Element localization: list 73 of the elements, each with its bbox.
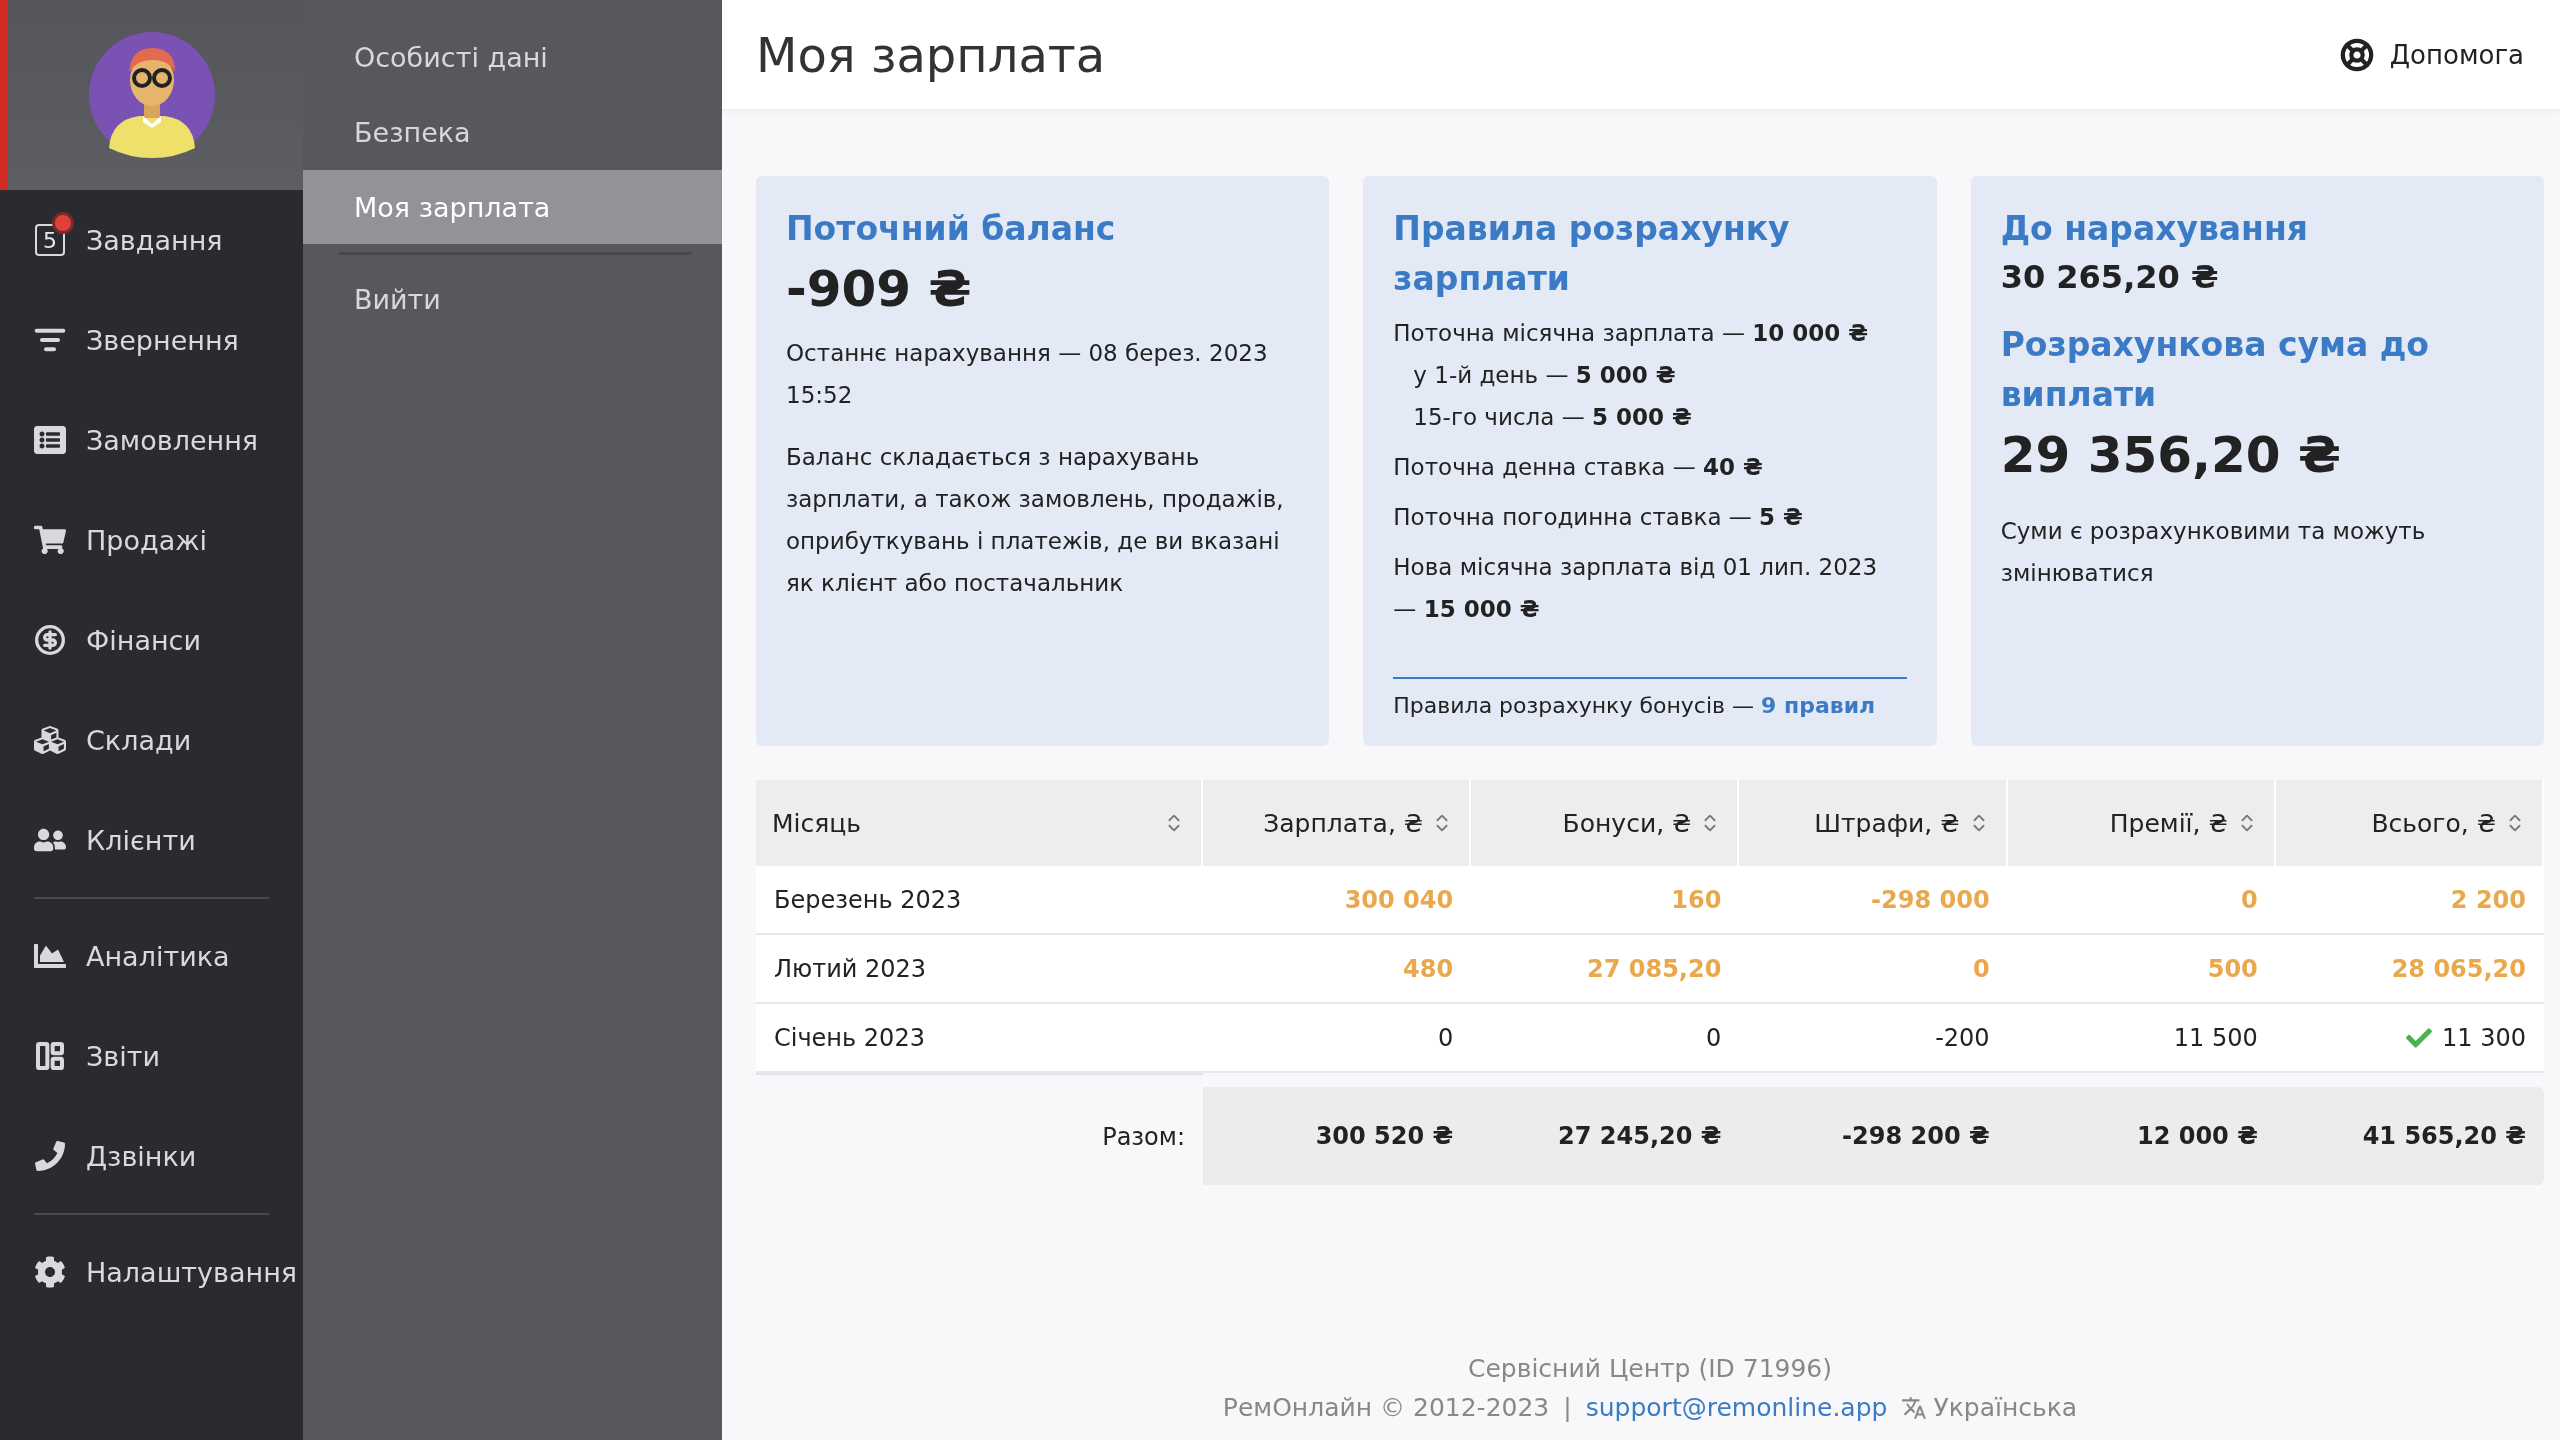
card-title: Розрахункова сума до виплати — [2000, 324, 2430, 416]
card-text: Правила розрахунку бонусів — — [1393, 693, 1755, 718]
help-link[interactable]: Допомога — [2339, 37, 2524, 72]
cell-value: -200 — [1935, 1023, 1990, 1052]
cell-value: 0 — [1972, 954, 1990, 983]
card-text: Поточна погодинна ставка — 5 ₴ — [1393, 503, 1804, 532]
cell-value: Березень 2023 — [774, 885, 962, 914]
column-header[interactable]: Бонуси, ₴ — [1471, 780, 1740, 866]
translate-icon — [1901, 1394, 1928, 1421]
card-text: Баланс складається з нарахувань зарплати, а також замовлень, продажів, оприбуткувань і платежів, де ви вказані як клієнт або постачальник — [786, 443, 1285, 598]
sidebar-item[interactable]: Склади — [0, 690, 303, 790]
cell-value: 27 085,20 — [1587, 954, 1722, 983]
rules-link[interactable]: 9 правил — [1761, 693, 1876, 718]
sidebar-item[interactable]: Продажі — [0, 490, 303, 590]
sidebar-item[interactable]: Замовлення — [0, 390, 303, 490]
amount: 30 265,20 ₴ — [2000, 257, 2220, 298]
sidebar-item[interactable]: 5 Завдання — [0, 190, 303, 290]
total-cell: -298 200 ₴ — [1739, 1087, 2008, 1185]
total-cell: 27 245,20 ₴ — [1471, 1087, 1740, 1185]
company-text: Сервісний Центр (ID 71996) — [1467, 1354, 1832, 1383]
sidebar-item[interactable]: Клієнти — [0, 790, 303, 890]
column-header[interactable]: Премії, ₴ — [2007, 780, 2276, 866]
cell-value: 300 040 — [1344, 885, 1454, 914]
column-header[interactable]: Місяць — [756, 780, 1203, 866]
card-text: у 1-й день — 5 000 ₴ — [1412, 361, 1677, 390]
sidebar-item[interactable]: Налаштування — [0, 1222, 303, 1322]
card-title: Поточний баланс — [786, 208, 1117, 250]
card-text: Нова місячна зарплата від 01 лип. 2023 — 15 000 ₴ — [1393, 553, 1879, 624]
cell-value: Січень 2023 — [774, 1023, 925, 1052]
amount: -909 ₴ — [786, 259, 973, 320]
card-text: Суми є розрахунковими та можуть змінюватися — [2000, 517, 2427, 588]
sidebar-item[interactable]: Фінанси — [0, 590, 303, 690]
cell-value: 0 — [2241, 885, 2258, 914]
cell-value: 500 — [2207, 954, 2258, 983]
card-title: Правила розрахунку зарплати — [1393, 208, 1791, 300]
cell-value: 160 — [1671, 885, 1722, 914]
total-cell: 300 520 ₴ — [1203, 1087, 1472, 1185]
cell-value: 0 — [1706, 1023, 1722, 1052]
amount: 29 356,20 ₴ — [2000, 425, 2342, 486]
dollar-icon — [32, 622, 68, 658]
submenu-item[interactable]: Безпека — [303, 95, 722, 170]
card-title: До нарахування — [2000, 208, 2309, 250]
cell-value: 11 300 — [2442, 1023, 2526, 1052]
sidebar-item[interactable]: Аналітика — [0, 906, 303, 1006]
lifebuoy-icon — [2339, 37, 2374, 72]
card-text: Останнє нарахування — 08 берез. 2023 15:52 — [786, 339, 1269, 410]
cell-value: 11 500 — [2173, 1023, 2258, 1052]
cell-value: Лютий 2023 — [774, 954, 927, 983]
cell-value: 28 065,20 — [2391, 954, 2526, 983]
separator-text: | — [1563, 1393, 1572, 1422]
phone-icon — [32, 1138, 68, 1174]
submenu-item[interactable]: Вийти — [303, 262, 722, 337]
column-header[interactable]: Зарплата, ₴ — [1203, 780, 1472, 866]
card-text: Поточна місячна зарплата — 10 000 ₴ — [1393, 319, 1870, 348]
sidebar-item[interactable]: Звернення — [0, 290, 303, 390]
cell-value: 480 — [1403, 954, 1454, 983]
settings-icon — [32, 1254, 68, 1290]
column-header[interactable]: Штрафи, ₴ — [1739, 780, 2008, 866]
cell-value: 0 — [1437, 1023, 1454, 1052]
total-cell: 12 000 ₴ — [2007, 1087, 2276, 1185]
cell-value: 2 200 — [2450, 885, 2526, 914]
card-text: 15-го числа — 5 000 ₴ — [1412, 403, 1693, 432]
card-text: Поточна денна ставка — 40 ₴ — [1393, 453, 1764, 482]
copyright-text: РемОнлайн © 2012-2023 — [1222, 1393, 1550, 1422]
avatar-drawing[interactable] — [88, 32, 215, 158]
email-link[interactable]: support@remonline.app — [1585, 1393, 1888, 1422]
sidebar-item[interactable]: Дзвінки — [0, 1106, 303, 1206]
column-header[interactable]: Всього, ₴ — [2275, 780, 2544, 866]
page-title: Моя зарплата — [756, 26, 1106, 83]
submenu-item[interactable]: Особисті дані — [303, 20, 722, 95]
cell-value: -298 000 — [1871, 885, 1990, 914]
total-cell: 41 565,20 ₴ — [2275, 1087, 2544, 1185]
sidebar-item[interactable]: Звіти — [0, 1006, 303, 1106]
